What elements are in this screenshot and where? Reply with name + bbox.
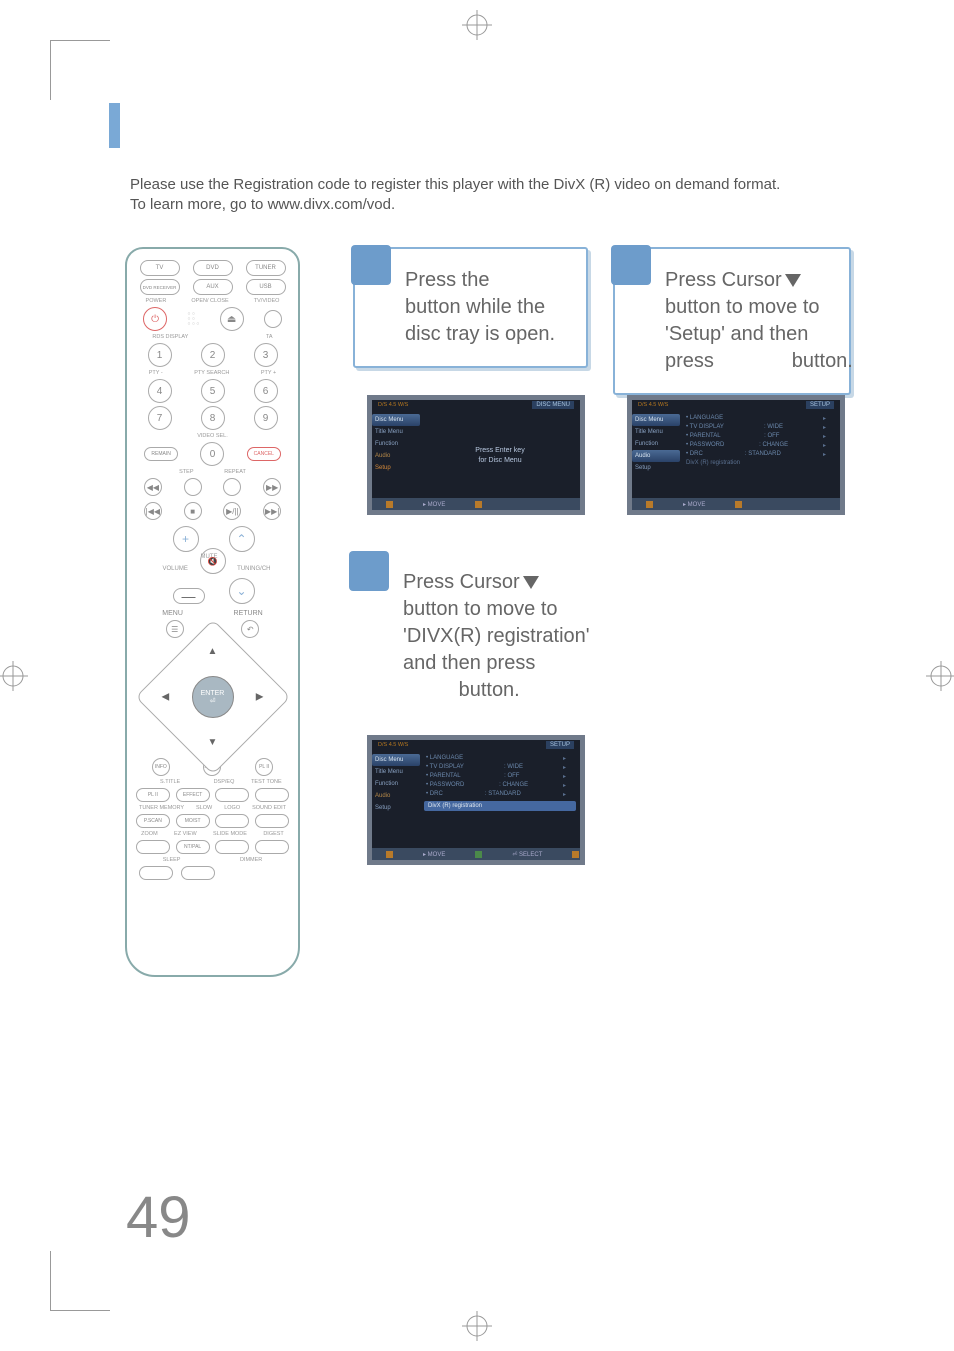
osd-screenshot-1: D/S 4.5 W/S DISC MENU Disc Menu Title Me… bbox=[367, 395, 585, 515]
remote-btn-aux: AUX bbox=[193, 279, 233, 295]
next-icon: ▶▶| bbox=[263, 502, 281, 520]
remote-btn-pl2: PL II bbox=[255, 758, 273, 776]
step-3-line-2: button to move to bbox=[403, 598, 558, 620]
crop-mark-bottom-left bbox=[50, 1251, 110, 1311]
step-1-line-2: button while the bbox=[405, 296, 545, 318]
prev-icon: |◀◀ bbox=[144, 502, 162, 520]
cursor-down-icon bbox=[523, 576, 539, 589]
cursor-down-icon bbox=[785, 274, 801, 287]
step-2-line-1: Press Cursor bbox=[665, 269, 782, 291]
power-icon: ⏻ bbox=[143, 307, 167, 331]
step-1-badge bbox=[351, 245, 391, 285]
step-3-line-5: button. bbox=[459, 679, 520, 701]
step-3-box: Press Cursor button to move to 'DIVX(R) … bbox=[353, 555, 613, 718]
step-2-line-4b: button. bbox=[792, 350, 853, 372]
rewind-icon: ◀◀ bbox=[144, 478, 162, 496]
registration-mark-bottom bbox=[462, 1311, 492, 1341]
eject-icon: ⏏ bbox=[220, 307, 244, 331]
osd-screenshot-3: D/S 4.5 W/S SETUP Disc Menu Title Menu F… bbox=[367, 735, 585, 865]
fastforward-icon: ▶▶ bbox=[263, 478, 281, 496]
step-3-line-3: 'DIVX(R) registration' bbox=[403, 625, 590, 647]
registration-mark-left bbox=[0, 661, 28, 691]
step-3-badge bbox=[349, 551, 389, 591]
step-2-line-4a: press bbox=[665, 350, 714, 372]
crop-mark-top-left bbox=[50, 40, 110, 100]
footer-marker-icon bbox=[386, 501, 393, 508]
arrow-down-icon: ▼ bbox=[208, 737, 218, 748]
remote-btn-dvd: DVD bbox=[193, 260, 233, 276]
remote-btn-dvdreceiver: DVD RECEIVER bbox=[140, 279, 180, 295]
step-2-box: Press Cursor button to move to 'Setup' a… bbox=[613, 247, 851, 395]
step-1-line-3: disc tray is open. bbox=[405, 323, 555, 345]
intro-line-1: Please use the Registration code to regi… bbox=[130, 176, 780, 193]
footer-marker-icon bbox=[475, 501, 482, 508]
step-3-line-4: and then press bbox=[403, 652, 535, 674]
arrow-up-icon: ▲ bbox=[208, 646, 218, 657]
step-1-box: Press the button while the disc tray is … bbox=[353, 247, 588, 368]
arrow-right-icon: ▶ bbox=[256, 692, 264, 703]
tuning-up-icon: ⌃ bbox=[229, 526, 255, 552]
step-2-line-2: button to move to bbox=[665, 296, 820, 318]
page-number: 49 bbox=[126, 1184, 191, 1251]
osd-screenshot-2: D/S 4.5 W/S SETUP Disc Menu Title Menu F… bbox=[627, 395, 845, 515]
volume-down-icon: — bbox=[173, 588, 205, 604]
section-accent-bar bbox=[109, 103, 120, 148]
step-1-line-1: Press the bbox=[405, 269, 489, 291]
intro-text: Please use the Registration code to regi… bbox=[130, 175, 850, 216]
enter-button: ENTER ⏎ bbox=[192, 676, 234, 718]
mute-icon: 🔇 bbox=[200, 548, 226, 574]
play-pause-icon: ▶/|| bbox=[223, 502, 241, 520]
d-pad: ▲ ▼ ◀ ▶ ENTER ⏎ bbox=[158, 642, 268, 752]
remote-btn-usb: USB bbox=[246, 279, 286, 295]
remote-btn-tv: TV bbox=[140, 260, 180, 276]
intro-line-2: To learn more, go to www.divx.com/vod. bbox=[130, 196, 395, 213]
menu-icon: ☰ bbox=[166, 620, 184, 638]
remote-btn-tvvideo bbox=[264, 310, 282, 328]
arrow-left-icon: ◀ bbox=[162, 692, 170, 703]
remote-btn-tuner: TUNER bbox=[246, 260, 286, 276]
stop-icon: ■ bbox=[184, 502, 202, 520]
tuning-down-icon: ⌄ bbox=[229, 578, 255, 604]
return-icon: ↶ bbox=[241, 620, 259, 638]
registration-mark-right bbox=[926, 661, 954, 691]
remote-control-illustration: TV DVD TUNER DVD RECEIVER AUX USB POWERO… bbox=[125, 247, 300, 977]
registration-mark-top bbox=[462, 10, 492, 40]
volume-up-icon: + bbox=[173, 526, 199, 552]
step-2-line-3: 'Setup' and then bbox=[665, 323, 808, 345]
enter-icon: ⏎ bbox=[210, 697, 216, 705]
remote-btn-info: INFO bbox=[152, 758, 170, 776]
step-3-line-1: Press Cursor bbox=[403, 571, 520, 593]
step-2-badge bbox=[611, 245, 651, 285]
